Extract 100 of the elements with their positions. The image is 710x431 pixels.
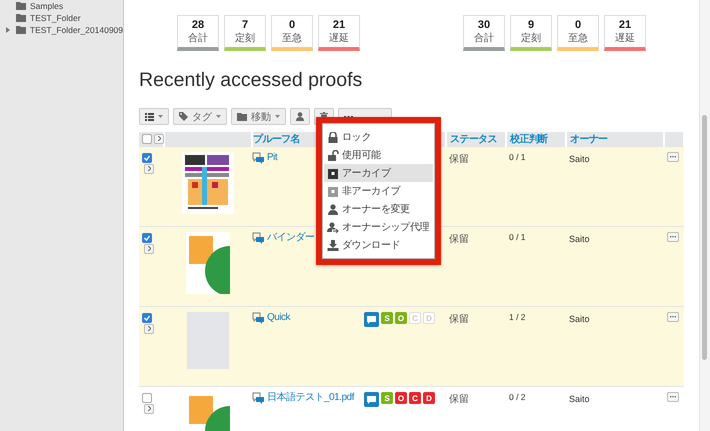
proof-name-link[interactable]: バインダー [267,232,314,243]
chevron-icon [148,166,150,171]
list-icon [145,112,154,120]
proof-name-link[interactable]: Quick [267,312,290,323]
folder-icon [237,112,247,120]
chat-bubbles-icon [252,232,264,244]
chevron-icon [148,246,150,251]
owner-cell: Saito [566,226,664,306]
stat-label: 定刻 [235,32,255,44]
stat-label: 合計 [188,32,208,44]
approval-badge: C [409,392,421,404]
person-icon [327,204,339,214]
status-cell: 保留 [446,386,506,431]
stat-count: 30 [478,18,490,32]
download-icon [327,240,339,250]
row-menu-button[interactable] [667,232,679,242]
tag-icon [179,112,188,121]
menu-item[interactable]: オーナーを変更 [324,200,434,218]
stat-label: 至急 [568,32,588,44]
owner-cell: Saito [566,146,664,226]
row-menu-button[interactable] [667,392,679,402]
scrollbar-thumb[interactable] [702,115,707,360]
stat-card[interactable]: 28 合計 [177,15,219,51]
row-checkbox[interactable] [142,392,152,403]
select-all-checkbox[interactable] [142,134,152,144]
tag-button[interactable]: タグ [173,108,227,125]
chevron-icon [148,326,150,331]
approval-badge: S [381,392,393,404]
judgement-cell: 0 / 2 [506,386,566,431]
row-checkbox[interactable] [142,232,152,243]
proof-thumbnail-drawing[interactable] [182,152,234,214]
stat-card[interactable]: 7 定刻 [224,15,266,51]
caret-icon [275,115,280,118]
stat-count: 21 [618,18,632,32]
chevron-icon [148,406,150,411]
expand-button[interactable] [154,134,164,144]
folder-label[interactable]: TEST_Folder [30,13,81,23]
comment-badge[interactable] [364,392,379,407]
menu-item[interactable]: アーカイブ [324,164,434,182]
stat-count: 9 [528,18,534,32]
owner-cell: Saito [566,306,664,386]
stat-card[interactable]: 21 遅延 [604,15,646,51]
status-cell: 保留 [446,146,506,226]
stat-card[interactable]: 0 至急 [271,15,313,51]
owner-cell: Saito [566,386,664,431]
stat-card[interactable]: 9 定刻 [510,15,552,51]
caret-icon [158,115,163,118]
approval-badge: S [381,312,393,324]
person-arrow-icon [327,222,339,232]
stat-count: 21 [332,18,346,32]
stat-label: 遅延 [329,32,349,44]
expand-caret-icon[interactable] [6,27,10,33]
caret-icon [216,115,221,118]
chat-bubbles-icon [252,152,264,164]
folder-label[interactable]: TEST_Folder_20140909 [30,25,123,35]
menu-item[interactable]: 非アーカイブ [324,182,434,200]
stat-label: 定刻 [521,32,541,44]
row-menu-button[interactable] [667,152,679,162]
stat-card[interactable]: 30 合計 [463,15,505,51]
proof-thumbnail-drawing[interactable] [186,232,230,294]
chat-bubbles-icon [252,392,264,404]
stat-card[interactable]: 21 遅延 [318,15,360,51]
unlock-icon [327,150,339,160]
section-heading: Recently accessed proofs [139,69,364,92]
stat-count: 0 [574,18,582,32]
expand-button[interactable] [144,404,154,414]
judgement-cell: 0 / 1 [506,146,566,226]
status-cell: 保留 [446,226,506,306]
proof-name-link[interactable]: 日本語テスト_01.pdf [267,392,354,403]
expand-button[interactable] [144,244,154,254]
stat-label: 至急 [282,32,302,44]
stat-count: 28 [192,18,204,32]
row-checkbox[interactable] [142,152,152,163]
stat-count: 7 [242,18,248,32]
move-button[interactable]: 移動 [231,108,286,125]
person-icon [296,112,304,121]
proof-name-link[interactable]: Pit [267,152,278,163]
stat-label: 合計 [474,32,494,44]
lock-icon [327,132,339,142]
row-menu-button[interactable] [667,312,679,322]
blank-page-thumbnail[interactable] [187,312,229,369]
menu-item[interactable]: ダウンロード [324,236,434,254]
table-row[interactable]: 日本語テスト_01.pdf S O C D 保留 0 / 2 Saito [139,386,684,431]
assign-user-button[interactable] [290,108,310,125]
folder-label[interactable]: Samples [30,1,64,11]
archive-box-icon [327,168,339,178]
folder-icon [16,26,26,34]
expand-button[interactable] [144,164,154,174]
stat-count: 0 [288,18,296,32]
approval-badge: O [395,312,407,324]
approval-badge: O [395,392,407,404]
expand-button[interactable] [144,324,154,334]
list-view-button[interactable] [139,108,169,125]
menu-item[interactable]: 使用可能 [324,146,434,164]
comment-badge[interactable] [364,312,379,327]
archive-box-icon [327,186,339,196]
row-checkbox[interactable] [142,312,152,323]
stat-card[interactable]: 0 至急 [557,15,599,51]
chevron-icon [158,136,160,142]
judgement-cell: 1 / 2 [506,306,566,386]
